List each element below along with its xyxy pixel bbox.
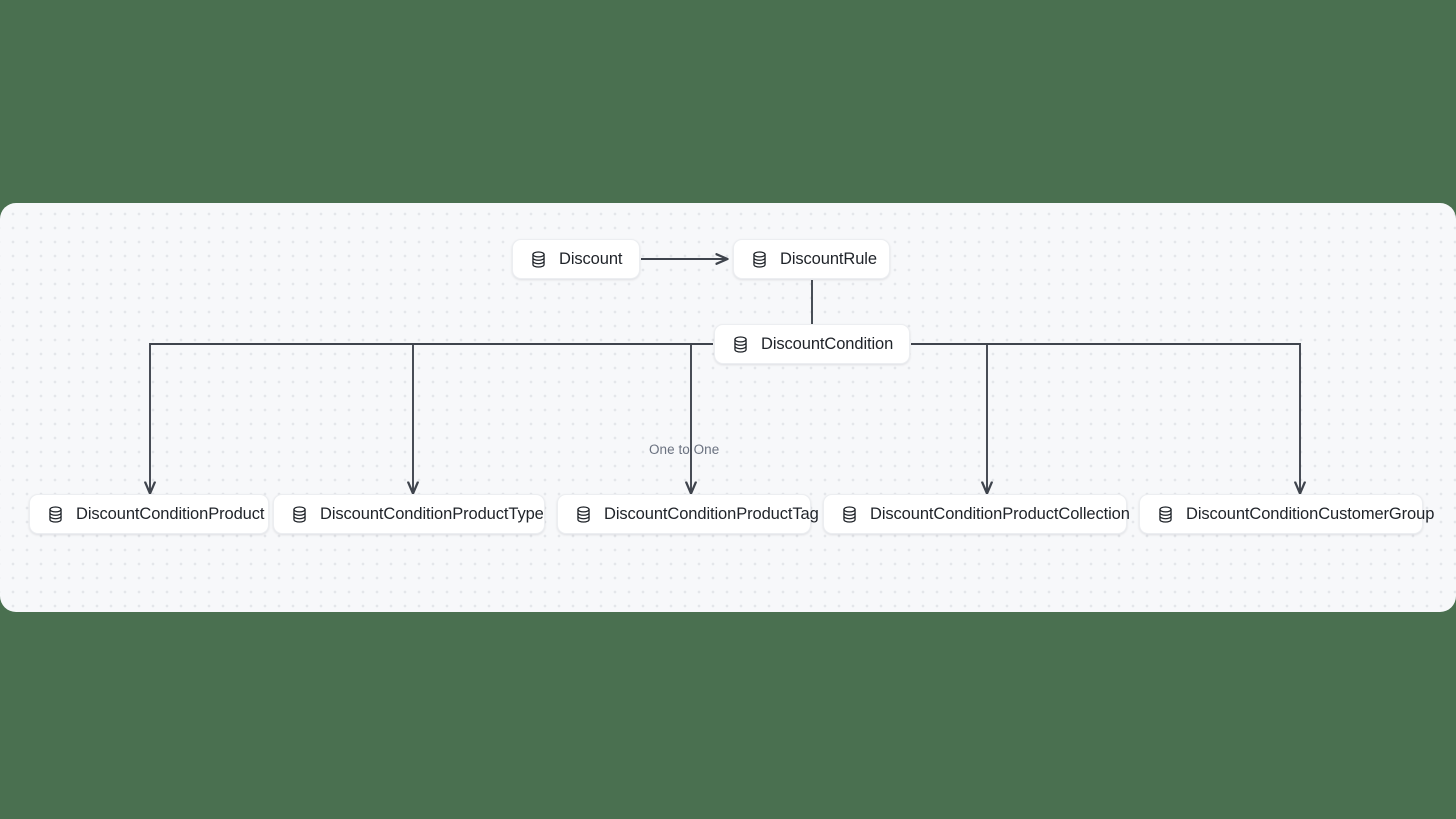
node-discount-condition[interactable]: DiscountCondition (714, 324, 910, 364)
node-label: DiscountConditionProductType (320, 504, 544, 523)
database-icon (532, 250, 545, 268)
node-discount-condition-product-collection[interactable]: DiscountConditionProductCollection (823, 494, 1130, 534)
database-icon (734, 335, 747, 353)
diagram-page: One to One One to Many One to One One to… (0, 0, 1456, 819)
edge-condition-to-product-tag-path (691, 343, 713, 493)
database-icon (293, 505, 306, 523)
node-discount-condition-product-tag[interactable]: DiscountConditionProductTag (557, 494, 819, 534)
edge-layer (0, 203, 1456, 612)
node-label: DiscountConditionProductCollection (870, 504, 1130, 523)
node-label: DiscountConditionProduct (76, 504, 265, 523)
edge-condition-to-product-type-path (413, 343, 713, 493)
database-icon (753, 250, 766, 268)
node-label: DiscountConditionProductTag (604, 504, 819, 523)
node-label: Discount (559, 249, 623, 268)
node-label: DiscountConditionCustomerGroup (1186, 504, 1435, 523)
node-discount[interactable]: Discount (512, 239, 640, 279)
node-discount-condition-customer-group[interactable]: DiscountConditionCustomerGroup (1139, 494, 1434, 534)
diagram-canvas[interactable]: One to One One to Many One to One One to… (0, 203, 1456, 612)
database-icon (843, 505, 856, 523)
node-discount-condition-product-type[interactable]: DiscountConditionProductType (273, 494, 545, 534)
edge-condition-to-product-path (150, 343, 713, 493)
database-icon (49, 505, 62, 523)
database-icon (577, 505, 590, 523)
node-discount-condition-product[interactable]: DiscountConditionProduct (29, 494, 269, 534)
database-icon (1159, 505, 1172, 523)
edge-label-discount-to-rule: One to One (649, 442, 720, 457)
node-label: DiscountCondition (761, 334, 894, 353)
edge-condition-to-customer-group-path (911, 343, 1300, 493)
node-discount-rule[interactable]: DiscountRule (733, 239, 890, 279)
edge-condition-to-product-collection-path (911, 343, 987, 493)
node-label: DiscountRule (780, 249, 877, 268)
